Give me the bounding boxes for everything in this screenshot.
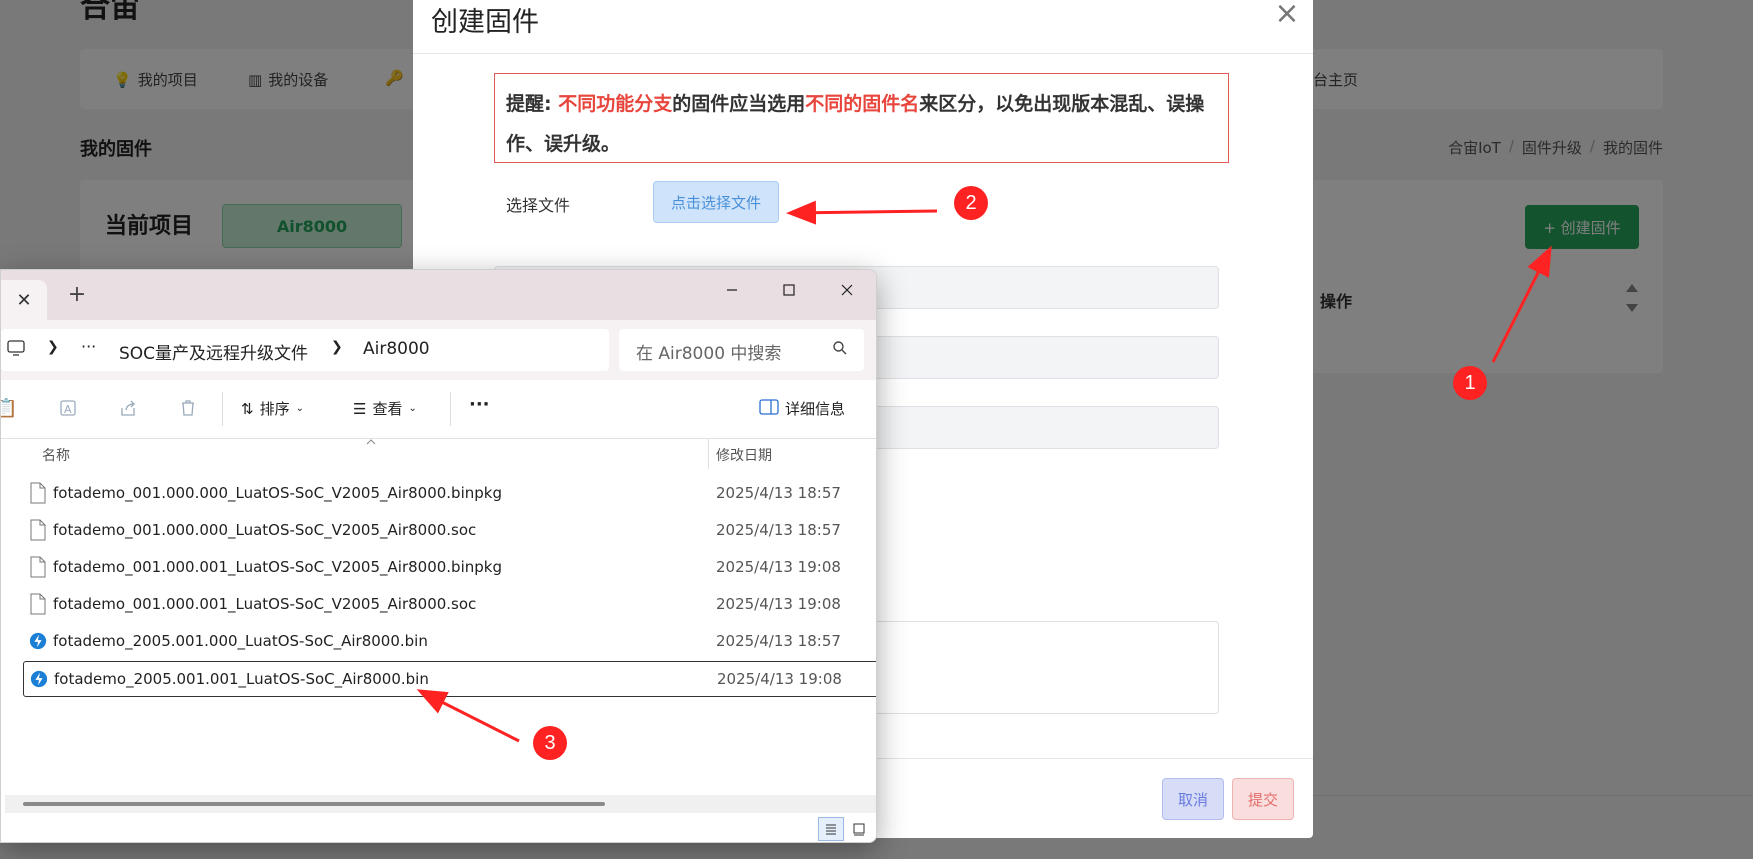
dialog-header: 创建固件 × [413, 0, 1313, 54]
warning-alert: 提醒: 不同功能分支的固件应当选用不同的固件名来区分，以免出现版本混乱、误操作、… [494, 73, 1229, 163]
step-marker-3: 3 [533, 726, 567, 760]
sort-arrows-icon: ⇅ [241, 399, 254, 418]
file-icon [30, 519, 46, 541]
computer-icon [7, 339, 25, 362]
bin-file-icon [29, 632, 47, 650]
view-list-icon: ☰ [353, 399, 367, 418]
file-name: fotademo_001.000.000_LuatOS-SoC_V2005_Ai… [53, 521, 477, 539]
delete-icon[interactable] [177, 398, 199, 420]
file-icon [30, 593, 46, 615]
details-pane-icon [759, 398, 779, 419]
file-name: fotademo_001.000.000_LuatOS-SoC_V2005_Ai… [53, 484, 502, 502]
file-date: 2025/4/13 19:08 [716, 558, 841, 576]
column-header-date[interactable]: 修改日期 [716, 445, 772, 465]
more-path-icon[interactable]: ··· [81, 337, 96, 356]
file-name: fotademo_2005.001.001_LuatOS-SoC_Air8000… [54, 670, 429, 688]
explorer-tab[interactable]: ✕ [1, 280, 47, 320]
breadcrumb-folder[interactable]: SOC量产及远程升级文件 [119, 339, 308, 364]
select-file-label: 选择文件 [506, 196, 571, 215]
file-explorer-window: ✕ + ❯ ··· SOC量产及远程升级文件 ❯ Air8000 在 Air80… [0, 269, 877, 843]
file-icon [30, 556, 46, 578]
step-marker-1: 1 [1453, 366, 1487, 400]
status-bar [1, 813, 876, 842]
more-options-button[interactable]: ··· [469, 394, 490, 415]
paste-icon[interactable]: 📋 [1, 398, 17, 420]
cancel-button[interactable]: 取消 [1162, 778, 1224, 820]
maximize-icon[interactable] [766, 274, 812, 306]
close-icon[interactable]: × [1271, 0, 1303, 32]
search-input[interactable]: 在 Air8000 中搜索 [619, 329, 864, 371]
chevron-right-icon[interactable]: ❯ [331, 339, 343, 355]
rename-icon[interactable]: A [57, 398, 79, 420]
step-marker-2: 2 [954, 186, 988, 220]
address-bar-area: ❯ ··· SOC量产及远程升级文件 ❯ Air8000 在 Air8000 中… [1, 320, 876, 380]
close-tab-icon[interactable]: ✕ [16, 290, 31, 311]
share-icon[interactable] [117, 398, 139, 420]
file-date: 2025/4/13 18:57 [716, 521, 841, 539]
choose-file-button[interactable]: 点击选择文件 [653, 181, 779, 223]
file-date: 2025/4/13 18:57 [716, 632, 841, 650]
file-name: fotademo_001.000.001_LuatOS-SoC_V2005_Ai… [53, 595, 477, 613]
search-icon [832, 340, 848, 361]
file-name: fotademo_2005.001.000_LuatOS-SoC_Air8000… [53, 632, 428, 650]
column-header-name[interactable]: 名称 [42, 445, 70, 465]
file-row-selected[interactable]: fotademo_2005.001.001_LuatOS-SoC_Air8000… [23, 661, 876, 697]
explorer-tab-bar: ✕ + [1, 270, 876, 320]
view-button[interactable]: ☰ 查看 ⌄ [353, 398, 417, 419]
file-row[interactable]: fotademo_001.000.000_LuatOS-SoC_V2005_Ai… [23, 513, 876, 549]
breadcrumb-folder[interactable]: Air8000 [363, 339, 430, 359]
new-tab-icon[interactable]: + [65, 284, 89, 308]
chevron-down-icon: ⌄ [295, 403, 304, 414]
file-row[interactable]: fotademo_001.000.001_LuatOS-SoC_V2005_Ai… [23, 550, 876, 586]
submit-button[interactable]: 提交 [1232, 778, 1294, 820]
sort-button[interactable]: ⇅ 排序 ⌄ [241, 398, 304, 419]
details-view-icon[interactable] [818, 817, 844, 841]
file-row[interactable]: fotademo_001.000.000_LuatOS-SoC_V2005_Ai… [23, 476, 876, 512]
details-pane-button[interactable]: 详细信息 [759, 398, 845, 419]
explorer-toolbar: 📋 A ⇅ 排序 ⌄ ☰ 查看 ⌄ ··· 详细信息 [1, 380, 876, 439]
dialog-title: 创建固件 [431, 7, 539, 38]
bin-file-icon [30, 670, 48, 688]
file-date: 2025/4/13 19:08 [716, 595, 841, 613]
file-name: fotademo_001.000.001_LuatOS-SoC_V2005_Ai… [53, 558, 502, 576]
close-window-icon[interactable] [824, 274, 870, 306]
file-row[interactable]: fotademo_001.000.001_LuatOS-SoC_V2005_Ai… [23, 587, 876, 623]
file-icon [30, 482, 46, 504]
sort-ascending-icon [366, 439, 376, 445]
file-row[interactable]: fotademo_2005.001.000_LuatOS-SoC_Air8000… [23, 624, 876, 660]
minimize-icon[interactable] [709, 274, 755, 306]
svg-text:A: A [64, 403, 72, 416]
address-bar[interactable]: ❯ ··· SOC量产及远程升级文件 ❯ Air8000 [1, 329, 609, 371]
scrollbar-thumb[interactable] [23, 802, 605, 806]
file-date: 2025/4/13 19:08 [717, 670, 842, 688]
chevron-down-icon: ⌄ [408, 403, 417, 414]
file-date: 2025/4/13 18:57 [716, 484, 841, 502]
thumbnail-view-icon[interactable] [846, 817, 872, 841]
chevron-right-icon[interactable]: ❯ [47, 339, 59, 355]
